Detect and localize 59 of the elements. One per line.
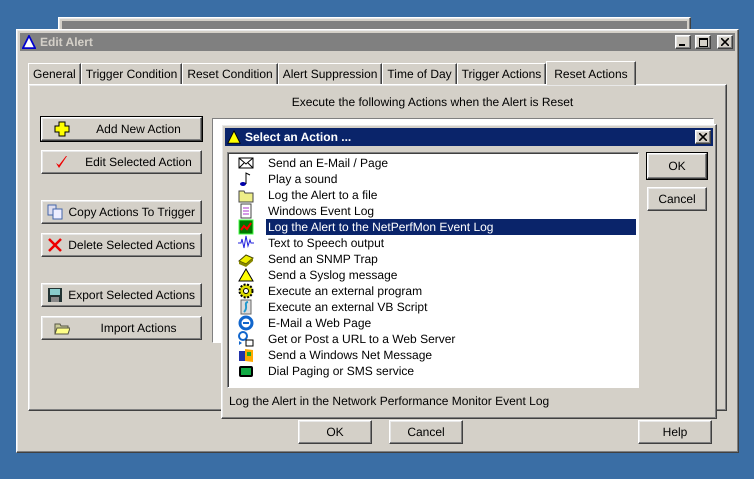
action-button[interactable]: Copy Actions To Trigger [41, 200, 202, 224]
action-button[interactable]: Export Selected Actions [41, 283, 202, 307]
chart-icon [238, 219, 254, 235]
tab[interactable]: Alert Suppression [278, 63, 382, 84]
app-triangle-icon [22, 35, 36, 49]
close-button[interactable] [717, 35, 733, 49]
list-item[interactable]: Text to Speech output [266, 235, 386, 251]
tab[interactable]: Trigger Condition [80, 63, 182, 84]
maximize-button[interactable] [695, 35, 711, 49]
panel-heading: Execute the following Actions when the Alert is Reset [292, 95, 574, 109]
list-item[interactable]: Dial Paging or SMS service [266, 363, 416, 379]
action-button[interactable]: Add New Action [41, 117, 202, 141]
list-item[interactable]: Send a Windows Net Message [266, 347, 434, 363]
warning-triangle-icon [238, 267, 254, 283]
dialog-button[interactable]: OK [647, 153, 707, 179]
tab[interactable]: Time of Day [382, 63, 457, 84]
dialog-button[interactable]: Help [638, 420, 712, 444]
script-icon [238, 299, 254, 315]
list-item[interactable]: Execute an external VB Script [266, 299, 430, 315]
dialog-button[interactable]: OK [298, 420, 372, 444]
window-title: Edit Alert [40, 35, 94, 49]
delete-icon [47, 237, 64, 253]
action-button[interactable]: Edit Selected Action [41, 150, 202, 174]
tab[interactable]: General [28, 63, 81, 84]
list-item[interactable]: Get or Post a URL to a Web Server [266, 331, 458, 347]
warning-triangle-icon [227, 130, 241, 144]
action-button[interactable]: Delete Selected Actions [41, 233, 202, 257]
pager-icon [238, 363, 254, 379]
plus-icon [54, 121, 70, 137]
list-item[interactable]: Play a sound [266, 171, 340, 187]
dialog-title: Select an Action ... [245, 130, 352, 144]
list-item[interactable]: Log the Alert to the NetPerfMon Event Log [266, 219, 636, 235]
action-description: Log the Alert in the Network Performance Monitor Event Log [229, 394, 550, 408]
action-button[interactable]: Import Actions [41, 316, 202, 340]
list-item[interactable]: Send a Syslog message [266, 267, 400, 283]
close-button[interactable] [695, 130, 711, 144]
dialog-button[interactable]: Cancel [389, 420, 463, 444]
list-item[interactable]: Windows Event Log [266, 203, 376, 219]
dialog-button[interactable]: Cancel [647, 187, 707, 211]
close-icon [699, 133, 707, 141]
maximize-icon [698, 38, 708, 46]
list-item[interactable]: Log the Alert to a file [266, 187, 380, 203]
minimize-button[interactable] [675, 35, 691, 49]
event-log-icon [238, 203, 254, 219]
web-form-icon [238, 331, 254, 347]
window-flag-icon [238, 347, 254, 363]
copy-icon [47, 204, 64, 220]
tab[interactable]: Reset Condition [182, 63, 278, 84]
list-item[interactable]: Send an SNMP Trap [266, 251, 380, 267]
list-item[interactable]: Send an E-Mail / Page [266, 155, 390, 171]
close-icon [721, 38, 729, 46]
list-item[interactable]: E-Mail a Web Page [266, 315, 374, 331]
gear-icon [238, 283, 254, 299]
tab[interactable]: Reset Actions [546, 61, 636, 85]
waveform-icon [238, 235, 254, 251]
tab[interactable]: Trigger Actions [456, 63, 546, 84]
checkmark-icon [54, 154, 70, 170]
envelope-icon [238, 155, 254, 171]
list-item[interactable]: Execute an external program [266, 283, 424, 299]
